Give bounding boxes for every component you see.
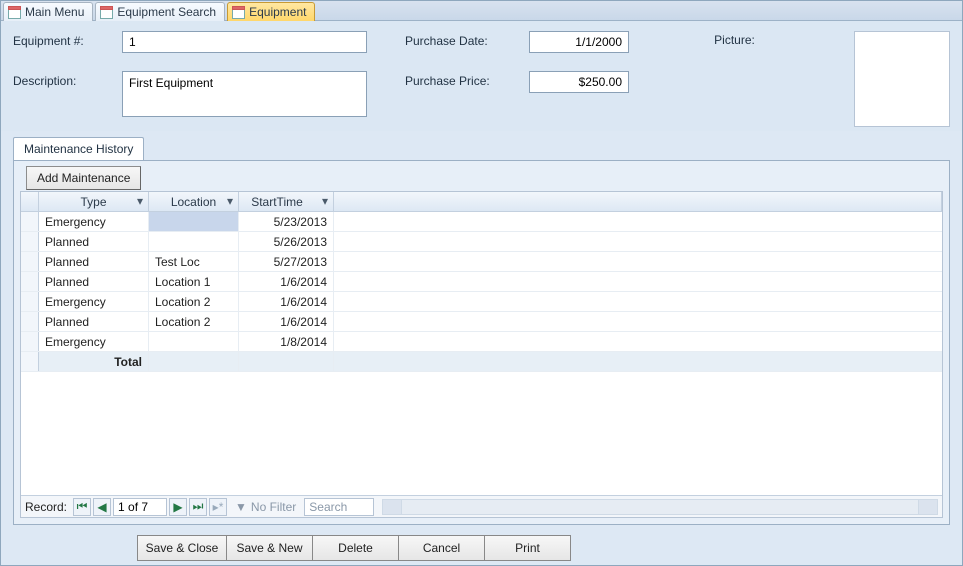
cell-starttime[interactable]: 5/26/2013: [239, 232, 334, 251]
cell-location[interactable]: [149, 212, 239, 231]
nav-last-icon[interactable]: ⏭: [189, 498, 207, 516]
save-close-button[interactable]: Save & Close: [137, 535, 227, 561]
cell-location[interactable]: [149, 332, 239, 351]
cell-location[interactable]: [149, 232, 239, 251]
picture-label: Picture:: [633, 31, 836, 47]
no-filter-indicator[interactable]: ▼ No Filter: [235, 500, 296, 514]
cell-starttime[interactable]: 1/6/2014: [239, 312, 334, 331]
tab-label: Equipment Search: [117, 5, 216, 19]
cell-location[interactable]: Location 2: [149, 312, 239, 331]
chevron-down-icon[interactable]: ▾: [319, 195, 331, 207]
print-button[interactable]: Print: [485, 535, 571, 561]
tab-equipment-search[interactable]: Equipment Search: [95, 2, 225, 21]
chevron-down-icon[interactable]: ▾: [134, 195, 146, 207]
form-icon: [100, 6, 113, 19]
column-header-starttime[interactable]: StartTime ▾: [239, 192, 334, 211]
cell-type[interactable]: Planned: [39, 312, 149, 331]
nav-new-icon[interactable]: ▸*: [209, 498, 227, 516]
form-icon: [8, 6, 21, 19]
purchase-date-field[interactable]: 1/1/2000: [529, 31, 629, 53]
row-selector[interactable]: [21, 212, 39, 231]
description-label: Description:: [13, 71, 118, 88]
record-navigator: Record: ⏮ ◀ 1 of 7 ▶ ⏭ ▸* ▼ No Filter Se…: [21, 495, 942, 517]
table-row[interactable]: Planned 5/26/2013: [21, 232, 942, 252]
equipment-form-window: Main Menu Equipment Search Equipment Equ…: [0, 0, 963, 566]
subtab-strip: Maintenance History: [13, 137, 950, 160]
horizontal-scrollbar[interactable]: [382, 499, 938, 515]
document-tabbar: Main Menu Equipment Search Equipment: [1, 1, 962, 21]
cell-starttime[interactable]: 5/27/2013: [239, 252, 334, 271]
table-row[interactable]: PlannedTest Loc5/27/2013: [21, 252, 942, 272]
tab-maintenance-history[interactable]: Maintenance History: [13, 137, 144, 160]
row-selector[interactable]: [21, 292, 39, 311]
filter-icon: ▼: [235, 500, 247, 514]
record-position[interactable]: 1 of 7: [113, 498, 167, 516]
cell-type[interactable]: Planned: [39, 252, 149, 271]
cell-type[interactable]: Emergency: [39, 332, 149, 351]
cell-type[interactable]: Planned: [39, 272, 149, 291]
maintenance-datasheet: Type ▾ Location ▾ StartTime ▾ Emergency 5…: [20, 191, 943, 518]
table-row[interactable]: Emergency 5/23/2013: [21, 212, 942, 232]
total-row: Total: [21, 352, 942, 372]
tab-label: Equipment: [249, 5, 306, 19]
datasheet-header: Type ▾ Location ▾ StartTime ▾: [21, 192, 942, 212]
cell-location[interactable]: Location 2: [149, 292, 239, 311]
column-header-type[interactable]: Type ▾: [39, 192, 149, 211]
equipment-num-label: Equipment #:: [13, 31, 118, 48]
cell-location[interactable]: Location 1: [149, 272, 239, 291]
cancel-button[interactable]: Cancel: [399, 535, 485, 561]
cell-location[interactable]: Test Loc: [149, 252, 239, 271]
row-selector[interactable]: [21, 332, 39, 351]
cell-starttime[interactable]: 1/6/2014: [239, 272, 334, 291]
nav-first-icon[interactable]: ⏮: [73, 498, 91, 516]
table-row[interactable]: EmergencyLocation 21/6/2014: [21, 292, 942, 312]
datasheet-body[interactable]: Emergency5/23/2013Planned5/26/2013Planne…: [21, 212, 942, 495]
picture-box[interactable]: [854, 31, 950, 127]
cell-type[interactable]: Emergency: [39, 212, 149, 231]
row-selector[interactable]: [21, 272, 39, 291]
form-header: Equipment #: 1 Purchase Date: 1/1/2000 P…: [1, 21, 962, 131]
table-row[interactable]: Emergency 1/8/2014: [21, 332, 942, 352]
cell-type[interactable]: Emergency: [39, 292, 149, 311]
search-input[interactable]: Search: [304, 498, 374, 516]
delete-button[interactable]: Delete: [313, 535, 399, 561]
column-header-location[interactable]: Location ▾: [149, 192, 239, 211]
add-maintenance-button[interactable]: Add Maintenance: [26, 166, 141, 190]
purchase-price-label: Purchase Price:: [405, 71, 525, 88]
row-selector-header[interactable]: [21, 192, 39, 211]
purchase-date-label: Purchase Date:: [405, 31, 525, 48]
total-label: Total: [39, 352, 149, 371]
nav-next-icon[interactable]: ▶: [169, 498, 187, 516]
save-new-button[interactable]: Save & New: [227, 535, 313, 561]
cell-starttime[interactable]: 1/6/2014: [239, 292, 334, 311]
row-selector[interactable]: [21, 312, 39, 331]
table-row[interactable]: PlannedLocation 11/6/2014: [21, 272, 942, 292]
tab-main-menu[interactable]: Main Menu: [3, 2, 93, 21]
header-filler: [334, 192, 942, 211]
description-field[interactable]: First Equipment: [122, 71, 367, 117]
cell-type[interactable]: Planned: [39, 232, 149, 251]
purchase-price-field[interactable]: $250.00: [529, 71, 629, 93]
tab-label: Main Menu: [25, 5, 84, 19]
tab-equipment[interactable]: Equipment: [227, 2, 315, 21]
command-bar: Save & Close Save & New Delete Cancel Pr…: [137, 535, 962, 561]
row-selector[interactable]: [21, 252, 39, 271]
row-selector: [21, 352, 39, 371]
equipment-num-field[interactable]: 1: [122, 31, 367, 53]
form-icon: [232, 6, 245, 19]
recnav-label: Record:: [25, 500, 67, 514]
cell-starttime[interactable]: 1/8/2014: [239, 332, 334, 351]
row-selector[interactable]: [21, 232, 39, 251]
nav-prev-icon[interactable]: ◀: [93, 498, 111, 516]
maintenance-subform: Add Maintenance Type ▾ Location ▾ StartT…: [13, 160, 950, 525]
table-row[interactable]: PlannedLocation 21/6/2014: [21, 312, 942, 332]
chevron-down-icon[interactable]: ▾: [224, 195, 236, 207]
cell-starttime[interactable]: 5/23/2013: [239, 212, 334, 231]
